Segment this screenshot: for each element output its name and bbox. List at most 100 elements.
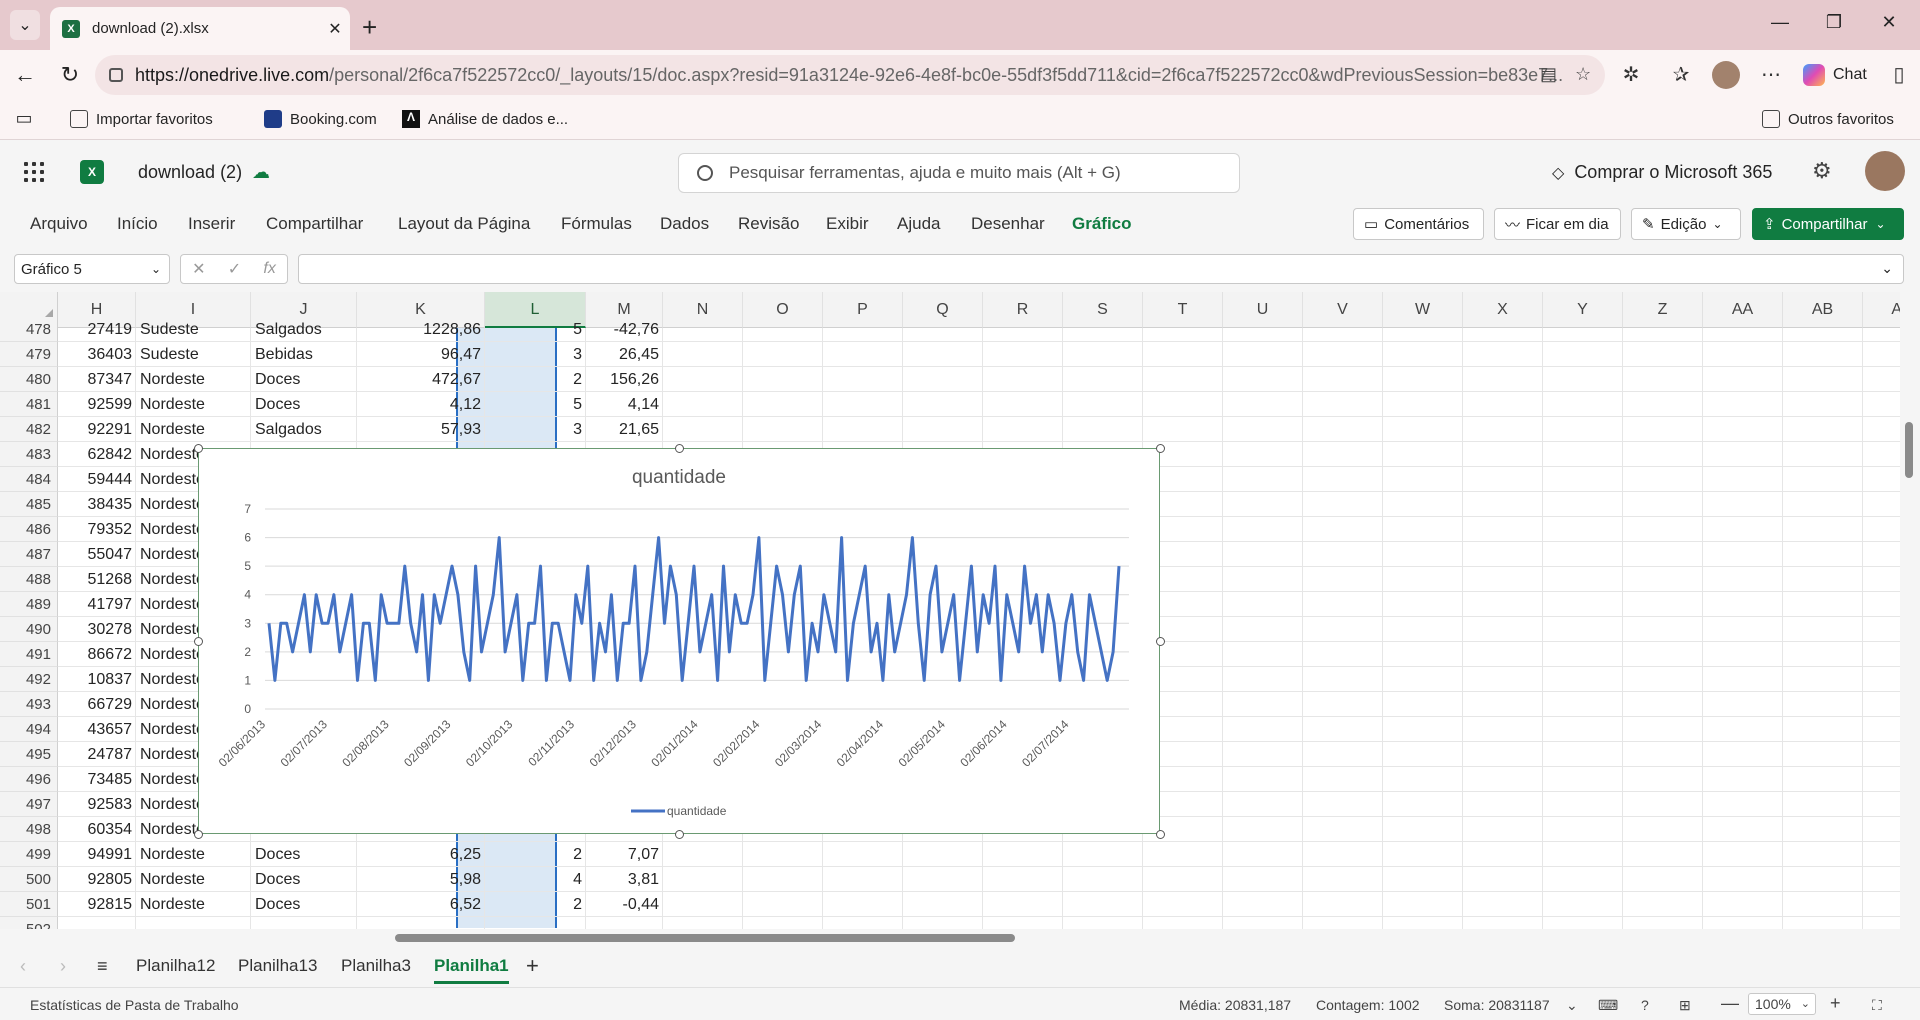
next-sheet-icon[interactable]: ›: [60, 956, 66, 977]
resize-handle[interactable]: [1156, 637, 1165, 646]
cell-m500[interactable]: 3,81: [586, 867, 663, 892]
cell-l479[interactable]: 3: [485, 342, 586, 367]
cell-h492[interactable]: 10837: [58, 667, 136, 692]
cancel-icon[interactable]: ✕: [192, 259, 205, 279]
status-count[interactable]: Contagem: 1002: [1316, 997, 1420, 1013]
cell-h499[interactable]: 94991: [58, 842, 136, 867]
row-header[interactable]: 479: [0, 342, 58, 367]
cell-m478[interactable]: -42,76: [586, 317, 663, 342]
cell-k500[interactable]: 5,98: [357, 867, 485, 892]
row-header[interactable]: 487: [0, 542, 58, 567]
cell-j501[interactable]: Doces: [251, 892, 357, 917]
settings-gear-icon[interactable]: ⚙: [1812, 158, 1832, 184]
fullscreen-icon[interactable]: ⛶: [1872, 997, 1882, 1014]
row-header[interactable]: 482: [0, 417, 58, 442]
name-box[interactable]: Gráfico 5 ⌄: [14, 254, 170, 284]
line-chart[interactable]: quantidade 0 1 2 3 4 5 6 7 02/06/2013 02/07/2013 02…: [194, 444, 1165, 839]
cell-l499[interactable]: 2: [485, 842, 586, 867]
new-tab-button[interactable]: +: [362, 12, 377, 43]
zoom-out-icon[interactable]: —: [1721, 993, 1739, 1014]
back-button[interactable]: ←: [10, 62, 40, 88]
sheet-tab-planilha13[interactable]: Planilha13: [238, 956, 317, 976]
cell-i478[interactable]: Sudeste: [136, 317, 251, 342]
maximize-button[interactable]: ❐: [1819, 12, 1849, 33]
comments-button[interactable]: ▭ Comentários: [1353, 208, 1484, 240]
keyboard-icon[interactable]: ⌨: [1598, 997, 1618, 1014]
browser-tab[interactable]: X download (2).xlsx ✕: [50, 7, 350, 50]
sheet-tab-planilha1[interactable]: Planilha1: [434, 956, 509, 984]
cell-h486[interactable]: 79352: [58, 517, 136, 542]
status-sum[interactable]: Soma: 20831187: [1444, 997, 1550, 1013]
status-average[interactable]: Média: 20831,187: [1179, 997, 1291, 1013]
tab-actions-menu-button[interactable]: ⌄: [10, 10, 40, 40]
cell-l481[interactable]: 5: [485, 392, 586, 417]
excel-logo-icon[interactable]: X: [80, 160, 104, 184]
cell-l500[interactable]: 4: [485, 867, 586, 892]
row-header[interactable]: 498: [0, 817, 58, 842]
tab-compartilhar[interactable]: Compartilhar: [266, 214, 363, 234]
help-icon[interactable]: ?: [1641, 997, 1649, 1013]
chevron-down-icon[interactable]: ⌄: [151, 262, 161, 276]
site-info-icon[interactable]: [109, 68, 123, 82]
cell-h479[interactable]: 36403: [58, 342, 136, 367]
tab-desenhar[interactable]: Desenhar: [971, 214, 1045, 234]
account-avatar[interactable]: [1865, 151, 1905, 191]
refresh-button[interactable]: ↻: [55, 62, 85, 88]
zoom-in-icon[interactable]: +: [1830, 993, 1841, 1014]
resize-handle[interactable]: [675, 444, 684, 453]
cell-m499[interactable]: 7,07: [586, 842, 663, 867]
sheet-tab-planilha12[interactable]: Planilha12: [136, 956, 215, 976]
row-header[interactable]: 494: [0, 717, 58, 742]
cell-h497[interactable]: 92583: [58, 792, 136, 817]
chevron-down-icon[interactable]: ⌄: [1566, 997, 1578, 1014]
cell-i481[interactable]: Nordeste: [136, 392, 251, 417]
cell-j478[interactable]: Salgados: [251, 317, 357, 342]
resize-handle[interactable]: [194, 830, 203, 839]
zoom-select[interactable]: 100% ⌄: [1748, 993, 1816, 1015]
cell-j499[interactable]: Doces: [251, 842, 357, 867]
row-header[interactable]: 483: [0, 442, 58, 467]
close-window-button[interactable]: ✕: [1874, 12, 1904, 33]
cell-i479[interactable]: Sudeste: [136, 342, 251, 367]
tab-ajuda[interactable]: Ajuda: [897, 214, 940, 234]
feedback-icon[interactable]: ⊞: [1679, 997, 1691, 1014]
row-header[interactable]: 489: [0, 592, 58, 617]
formula-input[interactable]: ⌄: [298, 254, 1904, 284]
cell-h489[interactable]: 41797: [58, 592, 136, 617]
cell-k479[interactable]: 96,47: [357, 342, 485, 367]
minimize-button[interactable]: —: [1765, 12, 1795, 33]
prev-sheet-icon[interactable]: ‹: [20, 956, 26, 977]
row-header[interactable]: 484: [0, 467, 58, 492]
horizontal-scrollbar[interactable]: [0, 929, 1920, 947]
row-header[interactable]: 496: [0, 767, 58, 792]
cell-m481[interactable]: 4,14: [586, 392, 663, 417]
reader-mode-icon[interactable]: ▤: [1540, 64, 1557, 85]
row-header[interactable]: 478: [0, 317, 58, 342]
favorites-icon[interactable]: ✰: [1667, 62, 1695, 87]
cell-i480[interactable]: Nordeste: [136, 367, 251, 392]
cell-j500[interactable]: Doces: [251, 867, 357, 892]
cell-l478[interactable]: 5: [485, 317, 586, 342]
row-header[interactable]: 500: [0, 867, 58, 892]
tab-exibir[interactable]: Exibir: [826, 214, 869, 234]
fav-import[interactable]: Importar favoritos: [70, 110, 213, 128]
row-header[interactable]: 495: [0, 742, 58, 767]
more-menu-icon[interactable]: ⋯: [1757, 62, 1785, 87]
horizontal-scroll-thumb[interactable]: [395, 934, 1015, 942]
function-icon[interactable]: fx: [263, 260, 275, 278]
resize-handle[interactable]: [1156, 444, 1165, 453]
cell-h500[interactable]: 92805: [58, 867, 136, 892]
close-tab-icon[interactable]: ✕: [320, 19, 350, 39]
resize-handle[interactable]: [194, 444, 203, 453]
cell-k482[interactable]: 57,93: [357, 417, 485, 442]
row-header[interactable]: 497: [0, 792, 58, 817]
cell-h482[interactable]: 92291: [58, 417, 136, 442]
catch-up-button[interactable]: 〰 Ficar em dia: [1494, 208, 1621, 240]
cell-m482[interactable]: 21,65: [586, 417, 663, 442]
cell-l482[interactable]: 3: [485, 417, 586, 442]
cell-h493[interactable]: 66729: [58, 692, 136, 717]
cell-k499[interactable]: 6,25: [357, 842, 485, 867]
fav-booking[interactable]: Booking.com: [264, 110, 377, 128]
cell-l501[interactable]: 2: [485, 892, 586, 917]
all-sheets-menu-icon[interactable]: ≡: [97, 956, 108, 977]
